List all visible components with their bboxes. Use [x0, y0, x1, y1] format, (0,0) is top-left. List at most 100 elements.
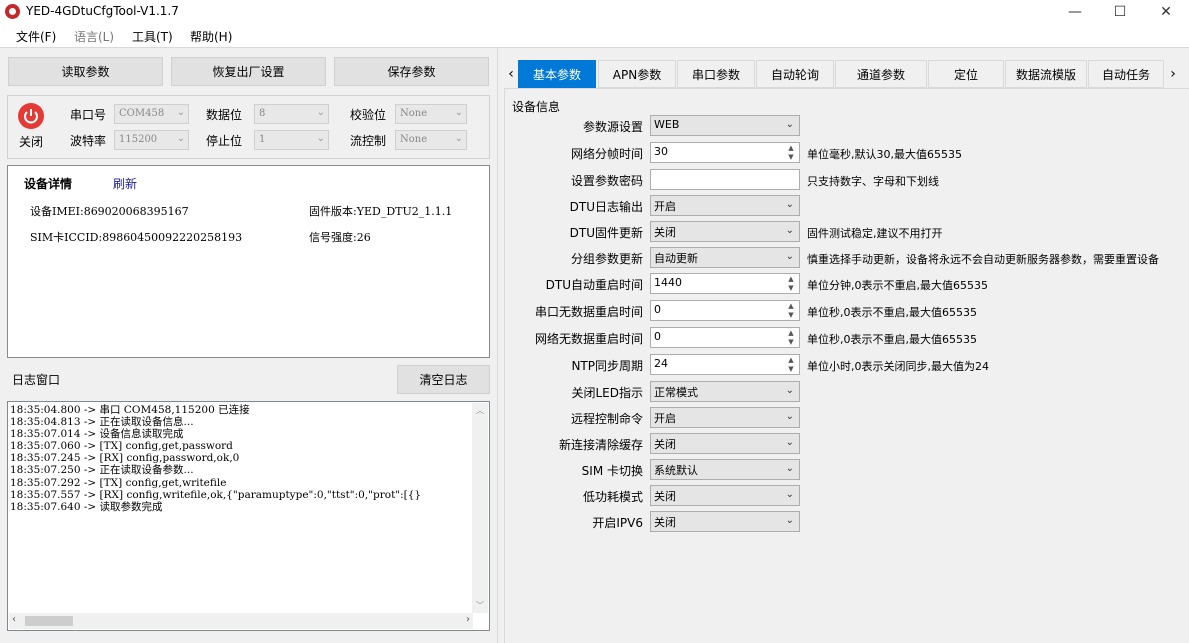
- chevron-down-icon: ⌄: [785, 411, 794, 422]
- read-params-button[interactable]: 读取参数: [8, 57, 163, 86]
- field-select[interactable]: 系统默认 ⌄: [650, 459, 800, 480]
- field-select[interactable]: 正常模式 ⌄: [650, 381, 800, 402]
- tab-data-template[interactable]: 数据流模版: [1005, 60, 1087, 88]
- save-params-button[interactable]: 保存参数: [334, 57, 489, 86]
- menu-file[interactable]: 文件(F): [16, 28, 56, 45]
- log-line: 18:35:07.014 -> 设备信息读取完成: [10, 428, 184, 441]
- tab-scroll-left-icon[interactable]: ‹: [504, 60, 518, 88]
- port-value: COM458: [119, 108, 165, 119]
- chevron-down-icon: ⌄: [785, 251, 794, 262]
- device-details-title: 设备详情: [24, 177, 73, 191]
- flow-label: 流控制: [350, 134, 387, 148]
- spin-down-icon[interactable]: ▼: [785, 338, 797, 347]
- log-lines: 18:35:04.800 -> 串口 COM458,115200 已连接 18:3…: [10, 404, 421, 513]
- chevron-down-icon: ⌄: [785, 463, 794, 474]
- stopbits-label: 停止位: [206, 134, 243, 148]
- menu-help[interactable]: 帮助(H): [190, 28, 232, 45]
- chevron-left-icon[interactable]: ‹: [12, 614, 16, 625]
- vertical-scrollbar[interactable]: ︿ ﹀: [472, 403, 488, 613]
- firmware-text: 固件版本:YED_DTU2_1.1.1: [309, 205, 453, 218]
- parity-select[interactable]: None ⌄: [395, 104, 467, 124]
- baud-select[interactable]: 115200 ⌄: [114, 130, 189, 150]
- field-hint: 单位毫秒,默认30,最大值65535: [807, 148, 962, 161]
- factory-reset-button[interactable]: 恢复出厂设置: [171, 57, 326, 86]
- field-select[interactable]: 关闭 ⌄: [650, 485, 800, 506]
- refresh-link[interactable]: 刷新: [113, 175, 137, 192]
- log-line: 18:35:07.292 -> [TX] config,get,writefil…: [10, 476, 227, 489]
- databits-select[interactable]: 8 ⌄: [254, 104, 329, 124]
- field-spinbox[interactable]: 0 ▲ ▼: [650, 327, 800, 348]
- tab-basic-params[interactable]: 基本参数: [518, 60, 596, 88]
- field-value: 系统默认: [654, 464, 698, 477]
- parity-value: None: [400, 108, 428, 119]
- log-line: 18:35:07.557 -> [RX] config,writefile,ok…: [10, 488, 422, 501]
- tab-channel-params[interactable]: 通道参数: [835, 60, 927, 88]
- field-label: DTU固件更新: [569, 226, 643, 240]
- spin-down-icon[interactable]: ▼: [785, 365, 797, 374]
- field-value: 0: [654, 303, 661, 316]
- field-select[interactable]: 关闭 ⌄: [650, 221, 800, 242]
- chevron-down-icon: ⌄: [785, 199, 794, 210]
- close-window-button[interactable]: ✕: [1143, 0, 1189, 23]
- minimize-button[interactable]: —: [1052, 0, 1098, 23]
- spin-up-icon[interactable]: ▲: [785, 356, 797, 365]
- chevron-down-icon: ⌄: [785, 225, 794, 236]
- field-select[interactable]: 关闭 ⌄: [650, 433, 800, 454]
- port-select[interactable]: COM458 ⌄: [114, 104, 189, 124]
- log-line: 18:35:07.060 -> [TX] config,get,password: [10, 440, 233, 453]
- field-spinbox[interactable]: 0 ▲ ▼: [650, 300, 800, 321]
- power-icon[interactable]: [18, 103, 44, 129]
- app-icon: [5, 4, 20, 19]
- field-spinbox[interactable]: 30 ▲ ▼: [650, 142, 800, 163]
- spin-down-icon[interactable]: ▼: [785, 311, 797, 320]
- tab-auto-polling[interactable]: 自动轮询: [756, 60, 834, 88]
- field-select[interactable]: 开启 ⌄: [650, 407, 800, 428]
- field-select[interactable]: 自动更新 ⌄: [650, 247, 800, 268]
- close-port-label[interactable]: 关闭: [19, 133, 43, 150]
- stopbits-value: 1: [259, 134, 266, 145]
- tab-scroll-right-icon[interactable]: ›: [1166, 60, 1180, 88]
- chevron-down-icon: ⌄: [316, 133, 325, 144]
- field-label: 参数源设置: [582, 120, 643, 134]
- field-label: 开启IPV6: [592, 516, 643, 530]
- log-textarea[interactable]: 18:35:04.800 -> 串口 COM458,115200 已连接 18:3…: [7, 401, 490, 631]
- field-hint: 单位小时,0表示关闭同步,最大值为24: [807, 360, 989, 373]
- field-input[interactable]: [650, 169, 800, 190]
- spin-up-icon[interactable]: ▲: [785, 329, 797, 338]
- tab-location[interactable]: 定位: [928, 60, 1004, 88]
- maximize-button[interactable]: ☐: [1097, 0, 1143, 23]
- field-select[interactable]: WEB ⌄: [650, 115, 800, 136]
- menu-tools[interactable]: 工具(T): [132, 28, 173, 45]
- menu-language[interactable]: 语言(L): [74, 28, 114, 45]
- tab-apn-params[interactable]: APN参数: [598, 60, 676, 88]
- spin-down-icon[interactable]: ▼: [785, 153, 797, 162]
- chevron-up-icon[interactable]: ︿: [476, 405, 484, 416]
- chevron-down-icon[interactable]: ﹀: [476, 600, 484, 611]
- spin-up-icon[interactable]: ▲: [785, 302, 797, 311]
- panel-splitter[interactable]: [497, 48, 498, 643]
- stopbits-select[interactable]: 1 ⌄: [254, 130, 329, 150]
- flow-select[interactable]: None ⌄: [395, 130, 467, 150]
- field-value: 30: [654, 145, 668, 158]
- field-select[interactable]: 关闭 ⌄: [650, 511, 800, 532]
- chevron-down-icon: ⌄: [176, 107, 185, 118]
- field-label: 新连接清除缓存: [558, 438, 643, 452]
- spin-down-icon[interactable]: ▼: [785, 284, 797, 293]
- tab-auto-tasks[interactable]: 自动任务: [1088, 60, 1164, 88]
- chevron-right-icon[interactable]: ›: [466, 614, 470, 625]
- field-value: 0: [654, 330, 661, 343]
- field-label: 设置参数密码: [570, 174, 643, 188]
- field-select[interactable]: 开启 ⌄: [650, 195, 800, 216]
- log-title: 日志窗口: [12, 373, 61, 387]
- tab-serial-params[interactable]: 串口参数: [677, 60, 755, 88]
- field-spinbox[interactable]: 1440 ▲ ▼: [650, 273, 800, 294]
- chevron-down-icon: ⌄: [785, 119, 794, 130]
- scroll-thumb[interactable]: [25, 616, 73, 626]
- signal-text: 信号强度:26: [309, 231, 371, 244]
- horizontal-scrollbar[interactable]: ‹ ›: [9, 613, 473, 629]
- field-label: SIM 卡切换: [581, 464, 643, 478]
- clear-log-button[interactable]: 清空日志: [397, 365, 490, 394]
- field-spinbox[interactable]: 24 ▲ ▼: [650, 354, 800, 375]
- spin-up-icon[interactable]: ▲: [785, 144, 797, 153]
- spin-up-icon[interactable]: ▲: [785, 275, 797, 284]
